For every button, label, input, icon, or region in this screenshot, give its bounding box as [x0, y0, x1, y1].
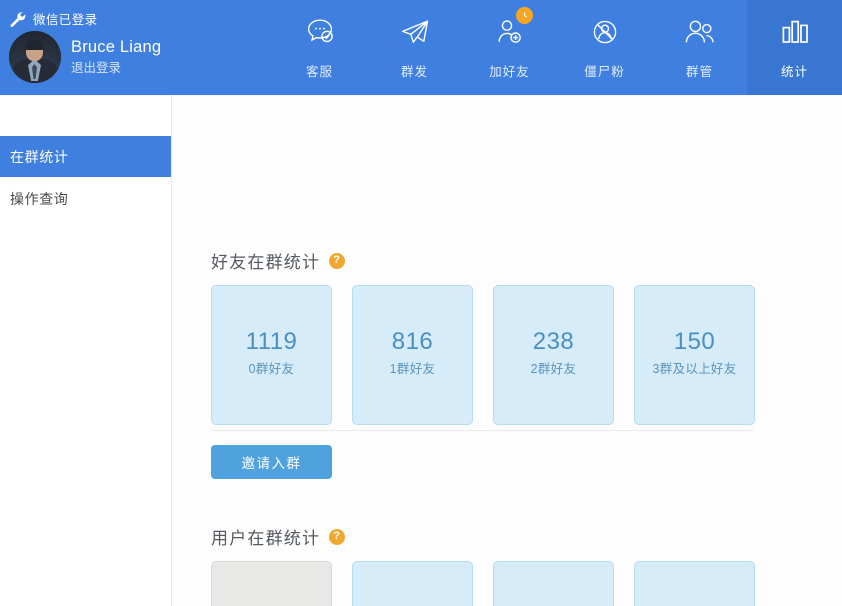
user-stats-title-label: 用户在群统计: [211, 529, 321, 548]
stat-label: 3群及以上好友: [652, 362, 737, 376]
nav-item-statistics[interactable]: 统计: [747, 0, 842, 95]
question-mark-icon[interactable]: ?: [329, 528, 346, 545]
logout-link[interactable]: 退出登录: [71, 59, 161, 78]
user-stats-cards: 361 1群用户 28 2群用户 4 3群用户 2 4群及以上用户: [211, 561, 755, 606]
account-panel: 微信已登录 Bruce Liang 退出登录: [0, 0, 172, 95]
stat-value: 1119: [245, 328, 298, 355]
app-header: 微信已登录 Bruce Liang 退出登录 客服 群发 加好友 僵尸粉 群管 …: [0, 0, 842, 95]
nav-label-group-admin: 群管: [685, 65, 713, 79]
sidebar-item-label: 在群统计: [10, 148, 69, 165]
section-divider: [211, 430, 754, 431]
stat-label: 2群好友: [530, 362, 577, 376]
sidebar-item-operation-query[interactable]: 操作查询: [0, 178, 171, 219]
stat-card[interactable]: 816 1群好友: [352, 285, 473, 425]
invite-to-group-button[interactable]: 邀请入群: [211, 445, 332, 479]
login-status-label: 微信已登录: [33, 13, 98, 27]
nav-label-kefu: 客服: [305, 65, 333, 79]
nav-item-group-admin[interactable]: 群管: [652, 0, 747, 95]
nav-label-add-friend: 加好友: [489, 65, 530, 79]
account-name: Bruce Liang: [71, 37, 162, 56]
question-mark-icon[interactable]: ?: [329, 252, 346, 269]
stat-card[interactable]: 361 1群用户: [211, 561, 332, 606]
blocked-user-icon: [583, 15, 627, 49]
wrench-icon: [8, 10, 26, 28]
app-window: 微信已登录 Bruce Liang 退出登录 客服 群发 加好友 僵尸粉 群管 …: [0, 0, 842, 606]
chat-check-icon: [298, 15, 342, 49]
stat-card[interactable]: 238 2群好友: [493, 285, 614, 425]
stat-card[interactable]: 4 3群用户: [493, 561, 614, 606]
stat-card[interactable]: 28 2群用户: [352, 561, 473, 606]
stat-value: 238: [532, 328, 575, 355]
stat-value: 816: [391, 328, 434, 355]
main-content: 好友在群统计 ? 1119 0群好友 816 1群好友 238 2群好友 150…: [173, 95, 842, 606]
account-meta: Bruce Liang 退出登录: [71, 37, 161, 78]
user-stats-title: 用户在群统计 ?: [211, 524, 346, 549]
stat-card[interactable]: 1119 0群好友: [211, 285, 332, 425]
add-friend-icon: [488, 7, 533, 49]
nav-item-kefu[interactable]: 客服: [272, 0, 367, 95]
nav-item-zombie-fans[interactable]: 僵尸粉: [557, 0, 652, 95]
sidebar: 在群统计 操作查询: [0, 95, 172, 606]
stat-value: 150: [673, 328, 716, 355]
sidebar-item-in-group-stats[interactable]: 在群统计: [0, 136, 171, 177]
group-users-icon: [678, 15, 722, 49]
nav-item-qunfa[interactable]: 群发: [367, 0, 462, 95]
main-nav: 客服 群发 加好友 僵尸粉 群管 统计: [172, 0, 842, 95]
stat-label: 1群好友: [389, 362, 436, 376]
avatar[interactable]: [9, 31, 61, 83]
stat-label: 0群好友: [248, 362, 295, 376]
nav-label-zombie-fans: 僵尸粉: [584, 65, 625, 79]
nav-item-add-friend[interactable]: 加好友: [462, 0, 557, 95]
friend-stats-title-label: 好友在群统计: [211, 253, 321, 272]
friend-stats-title: 好友在群统计 ?: [211, 248, 346, 273]
account-row[interactable]: Bruce Liang 退出登录: [9, 31, 161, 83]
friend-stats-cards: 1119 0群好友 816 1群好友 238 2群好友 150 3群及以上好友: [211, 285, 755, 425]
login-status: 微信已登录: [8, 9, 98, 28]
stat-card[interactable]: 150 3群及以上好友: [634, 285, 755, 425]
nav-label-statistics: 统计: [780, 65, 808, 79]
clock-icon: [515, 7, 533, 24]
sidebar-item-label: 操作查询: [10, 190, 69, 207]
stat-card[interactable]: 2 4群及以上用户: [634, 561, 755, 606]
nav-label-qunfa: 群发: [400, 65, 428, 79]
bar-chart-icon: [773, 15, 817, 49]
paper-plane-icon: [393, 15, 437, 49]
